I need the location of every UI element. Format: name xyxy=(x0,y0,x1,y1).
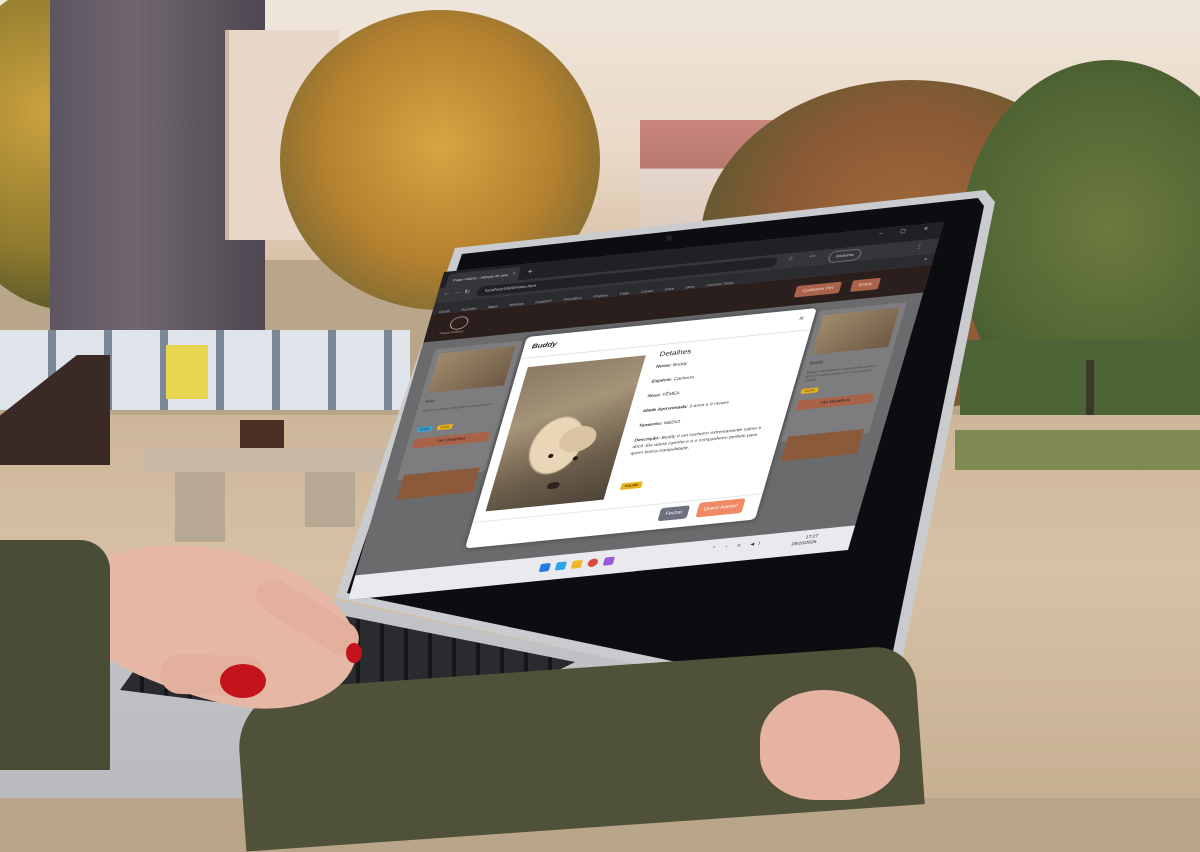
pet-card-title: Kiko xyxy=(424,398,436,405)
file-explorer-icon[interactable] xyxy=(570,559,584,569)
register-pet-button[interactable]: Cadastrar Pet xyxy=(793,281,842,298)
forward-icon[interactable]: → xyxy=(453,289,462,295)
left-sleeve xyxy=(0,540,110,770)
temperament-tag: CALMO xyxy=(619,481,644,491)
app-icon[interactable] xyxy=(602,556,616,566)
reload-icon[interactable]: ↻ xyxy=(463,288,471,295)
code-icon[interactable]: <> xyxy=(809,254,816,260)
dog-eye xyxy=(572,455,579,461)
modal-title: Buddy xyxy=(530,340,558,351)
grass-strip xyxy=(955,430,1200,470)
close-icon[interactable]: × xyxy=(798,314,806,323)
bookmarks-overflow-icon[interactable]: » xyxy=(922,254,929,266)
adopt-button[interactable]: Quero Adotar! xyxy=(695,498,746,518)
tab-close-icon[interactable]: × xyxy=(510,267,517,281)
kebab-menu-icon[interactable]: ⋮ xyxy=(914,242,924,250)
login-button[interactable]: Entrar xyxy=(849,277,881,292)
yellow-poster xyxy=(166,345,208,399)
close-button[interactable]: Fechar xyxy=(657,505,691,522)
clock-date: 28/10/2025 xyxy=(790,539,818,547)
windows-start-icon[interactable] xyxy=(538,562,552,573)
field-label: Idade Aproximada: xyxy=(642,404,689,414)
pet-card-text: Buddy é um cachorro extremamente calmo e… xyxy=(803,364,878,383)
fingernail xyxy=(346,643,362,663)
detail-description: Descrição: Buddy é um cachorro extremame… xyxy=(630,424,774,457)
new-tab-icon[interactable]: + xyxy=(526,266,534,276)
field-value: FÊMEA xyxy=(661,390,681,398)
field-label: Espécie: xyxy=(650,377,673,385)
view-details-button[interactable]: Ver Detalhes xyxy=(411,431,491,449)
thumbnail xyxy=(220,664,266,698)
paw-logo-icon xyxy=(448,315,471,331)
clock[interactable]: 17:27 28/10/2025 xyxy=(790,534,819,548)
field-value: 3 anos e 9 meses xyxy=(688,400,730,410)
field-label: Sexo: xyxy=(646,392,662,399)
pet-photo xyxy=(396,467,480,500)
view-details-button[interactable]: Ver Detalhes xyxy=(795,392,875,411)
trash-bin xyxy=(240,420,284,448)
bench-leg xyxy=(175,472,225,542)
pet-photo xyxy=(812,307,900,355)
pet-tag: CALMO xyxy=(800,387,819,394)
pet-photo xyxy=(428,346,516,393)
window-controls[interactable]: ‒ ▢ ✕ xyxy=(878,225,937,237)
pet-tag: ATIVO xyxy=(416,425,433,433)
pet-tag: DÓCIL xyxy=(436,423,454,431)
chrome-icon[interactable] xyxy=(586,558,600,568)
dog-nose xyxy=(546,481,561,490)
details-heading: Detalhes xyxy=(658,347,693,358)
dog-eye xyxy=(547,453,554,459)
field-label: Tamanho: xyxy=(637,421,664,429)
bookmark-star-icon[interactable]: ☆ xyxy=(787,255,795,262)
bench-leg xyxy=(305,472,355,527)
pet-photo xyxy=(780,429,864,462)
vscode-icon[interactable] xyxy=(554,561,568,571)
site-name: Patas Felizes xyxy=(439,328,465,336)
field-value: Buddy xyxy=(672,361,688,368)
stone-bench xyxy=(145,448,385,472)
webcam xyxy=(666,235,672,241)
field-value: MÉDIO xyxy=(663,419,681,427)
field-value: Cachorro xyxy=(672,375,695,383)
field-label: Nome: xyxy=(655,363,673,370)
pet-card-title: Buddy xyxy=(808,359,825,367)
back-icon[interactable]: ← xyxy=(443,290,452,296)
system-tray-icons[interactable]: ^ ◔ ≋ ◀) xyxy=(712,541,765,551)
tab-title: Patas Felizes - Adoção de pets xyxy=(452,272,509,283)
